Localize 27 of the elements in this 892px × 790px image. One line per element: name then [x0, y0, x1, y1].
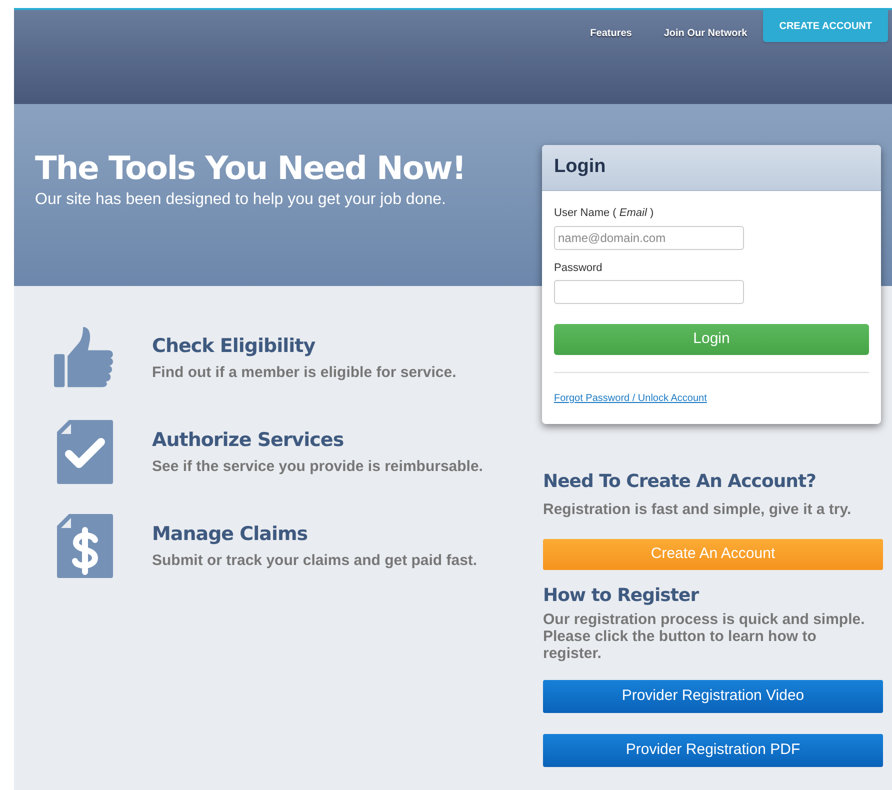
feature-title: Check Eligibility — [152, 334, 316, 358]
password-label: Password — [554, 260, 604, 276]
forgot-password-link[interactable]: Forgot Password / Unlock Account — [554, 391, 707, 406]
nav-link[interactable]: Features — [590, 26, 632, 41]
create-account-heading: Need To Create An Account? — [543, 470, 817, 494]
feature-title: Authorize Services — [152, 428, 345, 452]
login-title: Login — [554, 155, 606, 180]
password-field[interactable] — [554, 280, 744, 304]
feature-title: Manage Claims — [152, 522, 309, 546]
document-dollar-icon — [57, 514, 113, 578]
thumbs-up-icon — [54, 326, 116, 390]
register-text: Our registration process is quick and simple. Please click the button to learn how to register. — [543, 610, 866, 662]
create-account-text: Registration is fast and simple, give it a try. — [543, 500, 852, 520]
document-check-icon — [57, 420, 113, 484]
hero-subtitle: Our site has been designed to help you get your job done. — [35, 190, 447, 210]
hero-title: The Tools You Need Now! — [35, 150, 466, 186]
create-account-tab[interactable]: CREATE ACCOUNT — [763, 10, 888, 42]
feature-description: Submit or track your claims and get paid fast. — [152, 551, 478, 571]
nav-link[interactable]: Join Our Network — [664, 26, 748, 41]
username-field[interactable]: name@domain.com — [554, 226, 744, 250]
username-label: User Name ( Email ) — [554, 206, 655, 221]
feature-description: See if the service you provide is reimbursable. — [152, 457, 483, 477]
login-button[interactable]: Login — [554, 324, 869, 355]
register-heading: How to Register — [543, 584, 700, 608]
feature-description: Find out if a member is eligible for service. — [152, 363, 456, 383]
registration-button[interactable]: Provider Registration PDF — [543, 734, 883, 766]
registration-button[interactable]: Provider Registration Video — [543, 680, 883, 712]
